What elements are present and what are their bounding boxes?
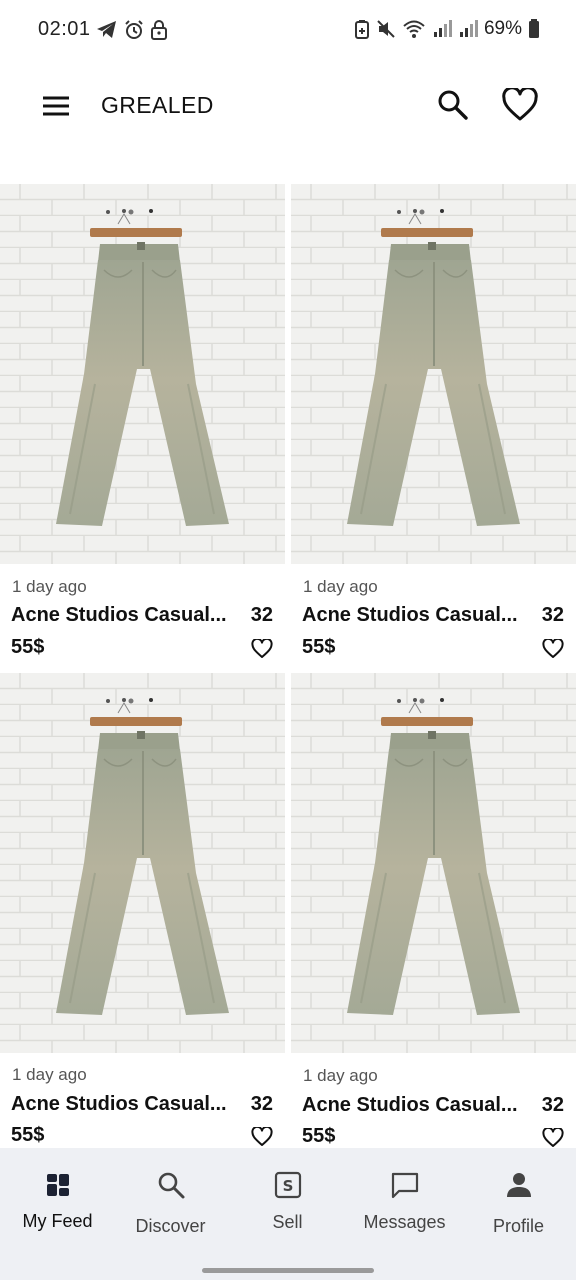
battery-icon — [528, 19, 540, 39]
heart-icon — [542, 1126, 564, 1148]
signal-icon — [458, 19, 478, 39]
lock-icon — [150, 20, 168, 40]
telegram-icon — [96, 20, 118, 40]
mute-icon — [376, 19, 396, 39]
status-bar: 02:01 69% — [0, 0, 576, 60]
product-card[interactable]: 1 day ago Acne Studios Casual... 32 55$ — [0, 673, 285, 1148]
product-card[interactable]: 1 day ago Acne Studios Casual... 32 55$ — [291, 184, 576, 674]
person-icon — [504, 1170, 534, 1200]
app-bar: GREALED — [0, 70, 576, 142]
search-button[interactable] — [436, 88, 470, 122]
product-title[interactable]: Acne Studios Casual... — [11, 604, 237, 627]
product-price: 55$ — [302, 1125, 336, 1147]
product-card[interactable]: 1 day ago Acne Studios Casual... 32 55$ — [0, 184, 285, 674]
product-posted-time: 1 day ago — [12, 577, 87, 596]
nav-item-profile[interactable]: Profile — [461, 1148, 576, 1258]
status-right-icons: 69% — [354, 18, 540, 40]
product-posted-time: 1 day ago — [303, 1066, 378, 1085]
product-price: 55$ — [11, 1124, 45, 1146]
product-price: 55$ — [302, 636, 336, 658]
battery-saver-icon — [354, 19, 370, 39]
product-title[interactable]: Acne Studios Casual... — [302, 604, 528, 627]
like-button[interactable] — [542, 1126, 564, 1148]
nav-label: Profile — [492, 1216, 545, 1236]
search-icon — [156, 1170, 186, 1200]
menu-icon — [40, 96, 72, 124]
product-posted-time: 1 day ago — [303, 577, 378, 596]
product-size: 32 — [250, 1093, 273, 1115]
nav-item-my-feed[interactable]: My Feed — [0, 1148, 115, 1258]
status-left-icons — [96, 20, 168, 40]
alarm-icon — [124, 20, 144, 40]
heart-icon — [502, 86, 538, 126]
product-card[interactable]: 1 day ago Acne Studios Casual... 32 55$ — [291, 673, 576, 1148]
search-icon — [436, 90, 470, 126]
product-image[interactable] — [0, 184, 285, 564]
sell-icon: S — [273, 1170, 303, 1200]
status-time: 02:01 — [38, 18, 91, 40]
app-title: GREALED — [101, 92, 214, 118]
product-image[interactable] — [291, 673, 576, 1053]
product-image[interactable] — [0, 673, 285, 1053]
menu-button[interactable] — [40, 92, 72, 120]
dashboard-icon — [43, 1170, 73, 1200]
wifi-icon — [402, 19, 426, 39]
nav-item-messages[interactable]: Messages — [347, 1148, 462, 1258]
product-size: 32 — [541, 604, 564, 626]
heart-icon — [542, 637, 564, 663]
product-image[interactable] — [291, 184, 576, 564]
product-title[interactable]: Acne Studios Casual... — [11, 1093, 237, 1116]
product-price: 55$ — [11, 636, 45, 658]
nav-label: Discover — [135, 1216, 206, 1236]
like-button[interactable] — [542, 637, 564, 659]
nav-label: Messages — [363, 1212, 446, 1232]
product-title[interactable]: Acne Studios Casual... — [302, 1094, 528, 1117]
heart-icon — [251, 1125, 273, 1148]
svg-text:S: S — [282, 1177, 293, 1195]
battery-percent: 69% — [483, 18, 522, 39]
nav-label: Sell — [272, 1212, 303, 1232]
product-grid: 1 day ago Acne Studios Casual... 32 55$ … — [0, 184, 576, 1148]
product-size: 32 — [250, 604, 273, 626]
product-posted-time: 1 day ago — [12, 1065, 87, 1084]
bottom-navigation: My Feed Discover S Sell Messages Profile — [0, 1148, 576, 1280]
nav-item-discover[interactable]: Discover — [113, 1148, 228, 1258]
heart-icon — [251, 637, 273, 663]
like-button[interactable] — [251, 637, 273, 659]
chat-icon — [390, 1170, 420, 1200]
favorites-button[interactable] — [502, 86, 538, 122]
nav-label: My Feed — [22, 1211, 93, 1231]
home-indicator[interactable] — [202, 1268, 374, 1273]
signal-icon — [432, 19, 452, 39]
like-button[interactable] — [251, 1125, 273, 1148]
nav-item-sell[interactable]: S Sell — [230, 1148, 345, 1258]
product-size: 32 — [541, 1094, 564, 1116]
